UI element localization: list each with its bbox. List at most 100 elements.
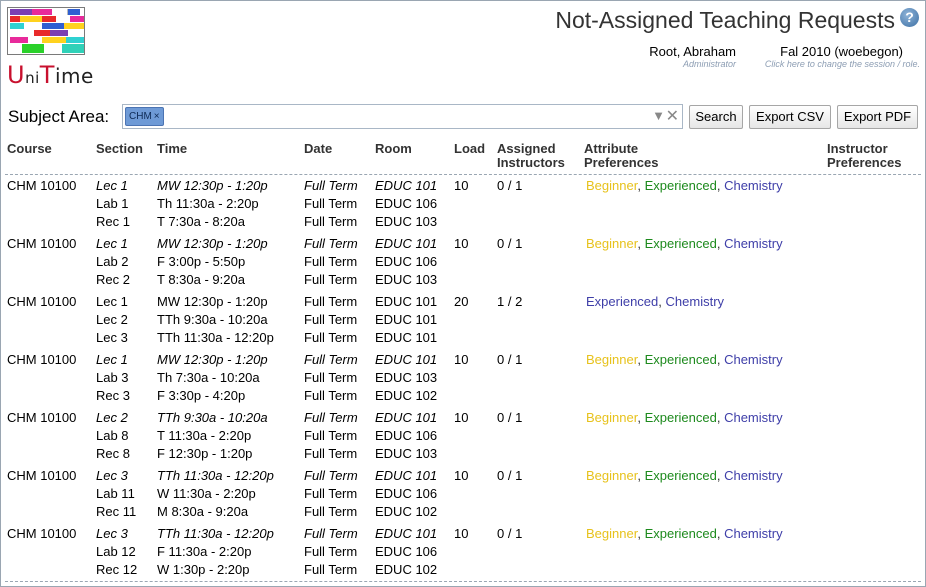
column-header-instructor-preferences[interactable]: Instructor Preferences [827, 142, 901, 170]
column-header-time[interactable]: Time [157, 142, 187, 156]
room-cell: EDUC 103 [375, 272, 438, 287]
attribute-separator: , [716, 178, 725, 193]
section-cell: Rec 11 [96, 504, 137, 519]
section-cell: Lab 1 [96, 196, 129, 211]
attribute-separator: , [637, 526, 645, 541]
attribute-preference: Experienced [644, 352, 717, 367]
date-cell: Full Term [304, 178, 358, 193]
attribute-preferences-cell: Beginner, Experienced, Chemistry [586, 177, 783, 195]
room-cell: EDUC 101 [375, 236, 438, 251]
room-cell: EDUC 101 [375, 294, 438, 309]
room-cell: EDUC 101 [375, 468, 438, 483]
date-cell: Full Term [304, 544, 358, 559]
column-header-section[interactable]: Section [96, 142, 143, 156]
attribute-preferences-cell: Beginner, Experienced, Chemistry [586, 525, 783, 543]
room-cell: EDUC 102 [375, 562, 438, 577]
time-cell: MW 12:30p - 1:20p [157, 352, 268, 367]
chip-remove-icon[interactable]: × [154, 111, 160, 122]
assigned-instructors-cell: 1 / 2 [497, 294, 523, 309]
section-cell: Lec 3 [96, 526, 128, 541]
load-cell: 10 [454, 468, 469, 483]
time-cell: F 3:00p - 5:50p [157, 254, 246, 269]
column-header-attribute-preferences[interactable]: Attribute Preferences [584, 142, 658, 170]
attribute-separator: , [658, 294, 666, 309]
room-cell: EDUC 103 [375, 446, 438, 461]
section-cell: Lec 1 [96, 294, 128, 309]
attribute-preference: Beginner [586, 468, 638, 483]
date-cell: Full Term [304, 370, 358, 385]
time-cell: Th 7:30a - 10:20a [157, 370, 260, 385]
export-pdf-button[interactable]: Export PDF [837, 105, 918, 129]
attribute-preference: Chemistry [724, 468, 783, 483]
subject-chip-chm[interactable]: CHM × [125, 107, 164, 126]
date-cell: Full Term [304, 486, 358, 501]
time-cell: MW 12:30p - 1:20p [157, 236, 268, 251]
time-cell: M 8:30a - 9:20a [157, 504, 249, 519]
date-cell: Full Term [304, 214, 358, 229]
date-cell: Full Term [304, 562, 358, 577]
time-cell: T 11:30a - 2:20p [157, 428, 252, 443]
course-cell: CHM 10100 [7, 236, 77, 251]
course-cell: CHM 10100 [7, 526, 77, 541]
section-cell: Lab 12 [96, 544, 136, 559]
room-cell: EDUC 101 [375, 410, 438, 425]
date-cell: Full Term [304, 526, 358, 541]
subject-chip-label: CHM [129, 111, 152, 122]
search-button[interactable]: Search [689, 105, 743, 129]
export-csv-button[interactable]: Export CSV [749, 105, 831, 129]
attribute-preference: Chemistry [724, 352, 783, 367]
room-cell: EDUC 101 [375, 330, 438, 345]
user-name: Root, Abraham [649, 44, 736, 59]
date-cell: Full Term [304, 428, 358, 443]
session-name[interactable]: Fal 2010 (woebegon) [760, 44, 920, 59]
time-cell: TTh 9:30a - 10:20a [157, 312, 268, 327]
page-title: Not-Assigned Teaching Requests [555, 7, 895, 33]
logo-wordmark: UniTime [7, 61, 94, 89]
load-cell: 10 [454, 178, 469, 193]
column-header-load[interactable]: Load [454, 142, 485, 156]
column-header-date[interactable]: Date [304, 142, 332, 156]
attribute-preference: Beginner [586, 178, 638, 193]
room-cell: EDUC 106 [375, 254, 438, 269]
room-cell: EDUC 102 [375, 504, 438, 519]
room-cell: EDUC 106 [375, 486, 438, 501]
attribute-preference: Experienced [644, 178, 717, 193]
dropdown-arrow-icon[interactable]: ▼ [652, 108, 665, 123]
attribute-preferences-cell: Beginner, Experienced, Chemistry [586, 351, 783, 369]
date-cell: Full Term [304, 272, 358, 287]
attribute-separator: , [637, 236, 645, 251]
room-cell: EDUC 102 [375, 388, 438, 403]
section-cell: Rec 3 [96, 388, 130, 403]
column-header-assigned-instructors[interactable]: Assigned Instructors [497, 142, 565, 170]
column-header-room[interactable]: Room [375, 142, 412, 156]
date-cell: Full Term [304, 352, 358, 367]
attribute-separator: , [716, 468, 725, 483]
room-cell: EDUC 106 [375, 544, 438, 559]
attribute-preference: Experienced [644, 468, 717, 483]
room-cell: EDUC 103 [375, 370, 438, 385]
attribute-preference: Chemistry [724, 526, 783, 541]
logo-timetable-graphic [7, 7, 85, 55]
assigned-instructors-cell: 0 / 1 [497, 526, 523, 541]
date-cell: Full Term [304, 254, 358, 269]
unitime-logo[interactable]: UniTime [7, 7, 93, 89]
session-hint[interactable]: Click here to change the session / role. [760, 59, 920, 69]
time-cell: T 8:30a - 9:20a [157, 272, 245, 287]
time-cell: F 11:30a - 2:20p [157, 544, 252, 559]
room-cell: EDUC 106 [375, 196, 438, 211]
date-cell: Full Term [304, 312, 358, 327]
date-cell: Full Term [304, 388, 358, 403]
time-cell: TTh 11:30a - 12:20p [157, 526, 274, 541]
attribute-preferences-cell: Beginner, Experienced, Chemistry [586, 235, 783, 253]
room-cell: EDUC 103 [375, 214, 438, 229]
date-cell: Full Term [304, 410, 358, 425]
help-icon[interactable]: ? [900, 8, 919, 27]
section-cell: Lab 11 [96, 486, 135, 501]
clear-icon[interactable]: ✕ [666, 106, 679, 126]
attribute-preferences-cell: Beginner, Experienced, Chemistry [586, 409, 783, 427]
time-cell: F 12:30p - 1:20p [157, 446, 253, 461]
column-header-course[interactable]: Course [7, 142, 52, 156]
time-cell: F 3:30p - 4:20p [157, 388, 246, 403]
subject-area-input[interactable]: CHM × ▼ ✕ [122, 104, 683, 129]
session-selector[interactable]: Fal 2010 (woebegon) Click here to change… [760, 44, 920, 69]
